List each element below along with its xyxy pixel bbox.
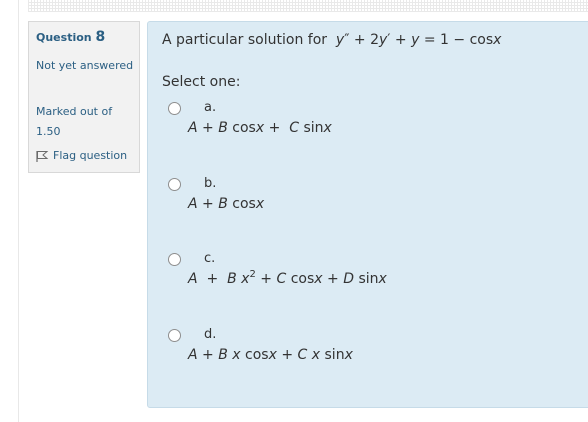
question-number: Question 8 bbox=[36, 29, 105, 45]
question-state: Not yet answered bbox=[36, 59, 134, 72]
option-a-letter: a. bbox=[204, 100, 217, 115]
option-d-letter: d. bbox=[204, 327, 217, 342]
question-equation: y″ + 2y′ + y = 1 − cosx bbox=[335, 32, 502, 48]
top-dotted-strip bbox=[28, 0, 588, 12]
option-b-letter: b. bbox=[204, 176, 217, 191]
flag-icon bbox=[36, 150, 49, 162]
question-label: Question bbox=[36, 31, 92, 44]
question-grade: Marked out of 1.50 bbox=[36, 105, 113, 138]
option-d[interactable]: d. A + B x cosx + C x sinx bbox=[168, 327, 468, 371]
page-left-rule bbox=[18, 0, 19, 422]
question-content-panel: A particular solution for y″ + 2y′ + y =… bbox=[147, 21, 588, 408]
option-b-expression: A + B cosx bbox=[188, 196, 265, 212]
option-b-radio[interactable] bbox=[168, 178, 181, 191]
question-text-lead: A particular solution for bbox=[162, 32, 328, 48]
option-d-expression: A + B x cosx + C x sinx bbox=[188, 347, 353, 363]
option-b[interactable]: b. A + B cosx bbox=[168, 176, 468, 220]
option-c[interactable]: c. A + B x2 + C cosx + D sinx bbox=[168, 251, 468, 295]
flag-question-label: Flag question bbox=[53, 149, 128, 162]
question-text: A particular solution for y″ + 2y′ + y =… bbox=[162, 32, 501, 48]
option-c-letter: c. bbox=[204, 251, 216, 266]
option-c-expression: A + B x2 + C cosx + D sinx bbox=[188, 269, 387, 287]
question-info-panel: Question 8 Not yet answered Marked out o… bbox=[28, 21, 140, 173]
option-d-radio[interactable] bbox=[168, 329, 181, 342]
option-a[interactable]: a. A + B cosx + C sinx bbox=[168, 100, 468, 144]
flag-question-link[interactable]: Flag question bbox=[36, 149, 127, 162]
question-number-value: 8 bbox=[95, 29, 106, 45]
option-c-radio[interactable] bbox=[168, 253, 181, 266]
option-a-expression: A + B cosx + C sinx bbox=[188, 120, 332, 136]
select-one-prompt: Select one: bbox=[162, 74, 241, 90]
option-a-radio[interactable] bbox=[168, 102, 181, 115]
